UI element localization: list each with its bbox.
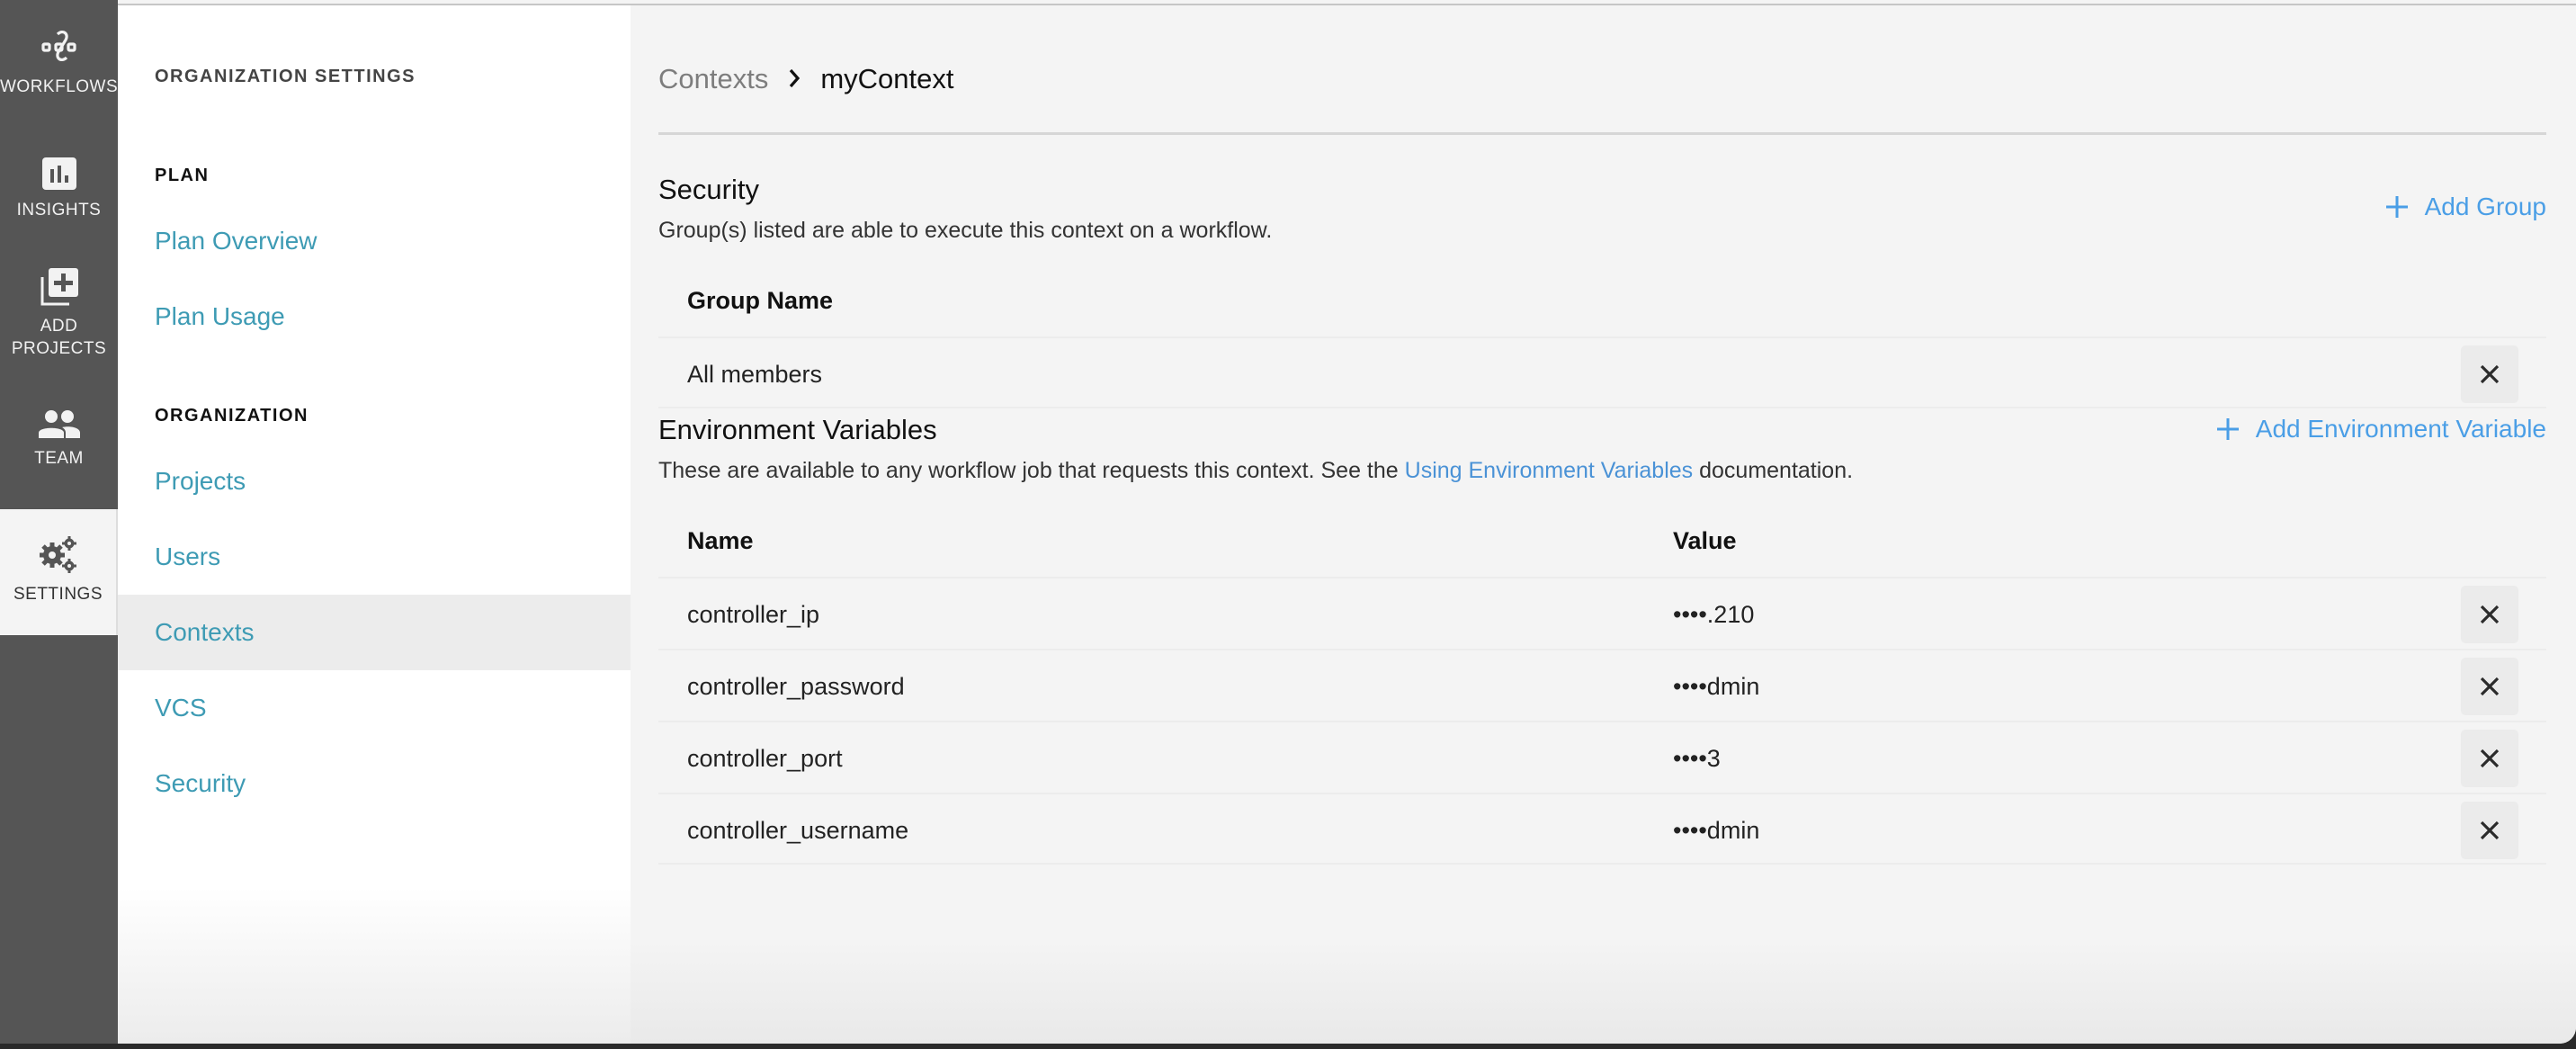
nav-item-add-projects[interactable]: ADD PROJECTS [0,268,118,360]
sidebar-item-vcs[interactable]: VCS [118,670,631,746]
breadcrumb-contexts-link[interactable]: Contexts [658,63,768,95]
app-window: WORKFLOWS INSIGHTS ADD PROJECTS TEAM SET… [0,0,2576,1044]
env-name-cell: controller_ip [687,601,820,628]
table-row: controller_password ••••dmin [658,649,2546,721]
section-heading-plan: PLAN [155,166,210,185]
nav-label-line2: PROJECTS [11,339,107,358]
close-icon [2480,605,2500,624]
close-icon [2480,677,2500,696]
nav-label: TEAM [34,449,84,468]
group-table-header: Group Name [658,264,2546,336]
global-nav: WORKFLOWS INSIGHTS ADD PROJECTS TEAM SET… [0,0,118,1044]
env-desc-after: documentation. [1693,458,1854,483]
table-row: controller_port ••••3 [658,721,2546,793]
settings-gears-icon [39,536,76,573]
using-env-vars-link[interactable]: Using Environment Variables [1405,458,1694,483]
table-row: All members [658,336,2546,408]
team-icon [38,410,80,438]
add-group-button[interactable]: Add Group [2385,193,2546,221]
nav-label: INSIGHTS [16,201,102,220]
column-header-value: Value [1673,527,1737,554]
env-value-cell: ••••dmin [1673,673,1760,700]
security-heading: Security [658,174,759,205]
breadcrumb-current: myContext [820,63,954,94]
env-name-cell: controller_password [687,673,905,700]
env-table-header: Name Value [658,505,2546,577]
nav-label: SETTINGS [13,585,103,604]
security-description: Group(s) listed are able to execute this… [658,218,1273,243]
group-name-cell: All members [687,361,823,388]
sidebar-item-contexts[interactable]: Contexts [118,595,631,670]
remove-env-var-button[interactable] [2461,802,2518,859]
close-icon [2480,364,2500,384]
table-row: controller_username ••••dmin [658,793,2546,865]
sidebar-item-plan-overview[interactable]: Plan Overview [118,203,631,279]
add-group-label: Add Group [2424,193,2546,220]
workflows-icon [40,31,76,61]
sidebar-item-security[interactable]: Security [118,746,631,821]
top-border [118,0,2576,5]
close-icon [2480,749,2500,768]
insights-icon [41,157,76,190]
env-name-cell: controller_port [687,745,843,772]
breadcrumb: Contexts myContext [658,59,954,99]
sidebar-item-plan-usage[interactable]: Plan Usage [118,279,631,354]
remove-env-var-button[interactable] [2461,586,2518,643]
env-desc-before: These are available to any workflow job … [658,458,1405,483]
nav-item-insights[interactable]: INSIGHTS [0,157,118,221]
header-divider [658,132,2546,135]
settings-sidebar: ORGANIZATION SETTINGS PLAN Plan Overview… [118,0,631,1044]
sidebar-item-projects[interactable]: Projects [118,444,631,519]
env-name-cell: controller_username [687,817,909,844]
close-icon [2480,820,2500,840]
plus-icon [2385,196,2408,218]
table-row: controller_ip ••••.210 [658,577,2546,649]
column-header-name: Name [687,527,754,554]
remove-env-var-button[interactable] [2461,658,2518,715]
add-env-var-label: Add Environment Variable [2255,415,2546,443]
add-environment-variable-button[interactable]: Add Environment Variable [2216,415,2546,444]
main-content: Contexts myContext Security Group(s) lis… [631,0,2576,1044]
remove-env-var-button[interactable] [2461,730,2518,787]
env-vars-heading: Environment Variables [658,414,937,445]
nav-item-workflows[interactable]: WORKFLOWS [0,27,118,98]
plus-icon [2216,418,2239,440]
column-header-group-name: Group Name [687,287,834,314]
section-heading-organization: ORGANIZATION [155,406,309,426]
env-value-cell: ••••dmin [1673,817,1760,844]
env-value-cell: ••••.210 [1673,601,1755,628]
sidebar-item-users[interactable]: Users [118,519,631,595]
add-projects-icon [40,268,78,306]
remove-group-button[interactable] [2461,345,2518,403]
settings-title: ORGANIZATION SETTINGS [155,67,416,86]
nav-label-line1: ADD [40,317,78,336]
nav-item-settings[interactable]: SETTINGS [0,509,118,635]
chevron-right-icon [788,63,801,95]
nav-item-team[interactable]: TEAM [0,409,118,470]
env-vars-description: These are available to any workflow job … [658,458,1853,484]
env-value-cell: ••••3 [1673,745,1721,772]
nav-label: WORKFLOWS [0,77,119,96]
